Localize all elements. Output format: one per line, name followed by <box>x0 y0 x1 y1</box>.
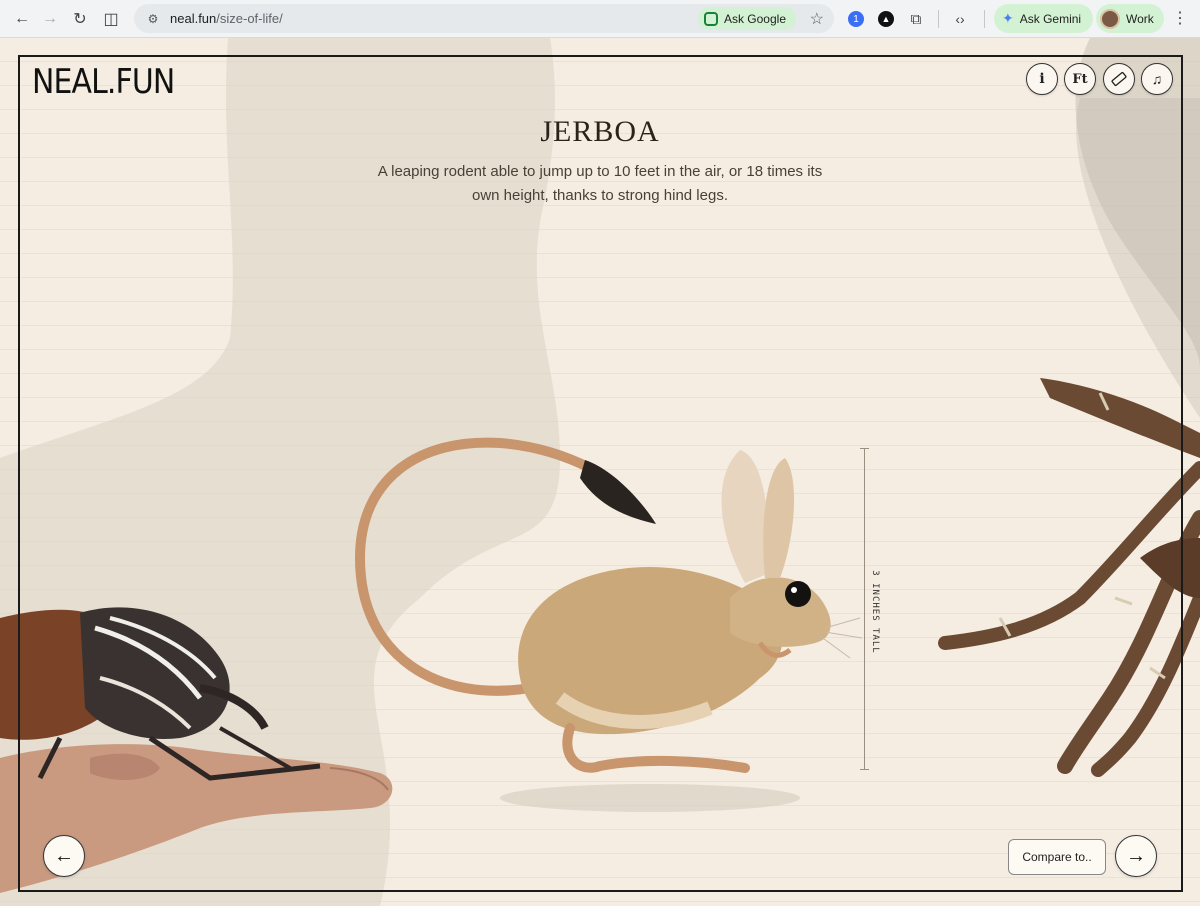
music-icon: ♫ <box>1151 71 1163 87</box>
url-text[interactable]: neal.fun/size-of-life/ <box>170 11 283 26</box>
next-animal-button[interactable]: → <box>1115 835 1157 877</box>
code-icon[interactable]: ‹› <box>950 9 970 29</box>
browser-menu-icon[interactable]: ⋮ <box>1172 8 1188 28</box>
browser-toolbar: ← → ↻ ◫ ⚙ neal.fun/size-of-life/ Ask Goo… <box>0 0 1200 38</box>
gemini-sparkle-icon: ✦ <box>1002 10 1014 26</box>
site-logo[interactable]: NEAL.FUN <box>32 62 175 102</box>
units-toggle-button[interactable]: Ft <box>1064 63 1096 95</box>
ruler-icon <box>1111 71 1127 87</box>
extensions-puzzle-icon[interactable]: ⧉ <box>906 9 926 29</box>
ask-gemini-label: Ask Gemini <box>1019 11 1082 26</box>
arrow-left-icon: ← <box>54 844 74 867</box>
height-measure-line <box>860 448 869 770</box>
google-lens-icon <box>703 11 718 26</box>
height-label: 3 INCHES TALL <box>870 570 880 654</box>
password-manager-extension-icon[interactable]: 1 <box>846 9 866 29</box>
profile-button[interactable]: Work <box>1096 4 1164 33</box>
ask-google-button[interactable]: Ask Google <box>697 7 796 30</box>
address-bar[interactable]: ⚙ neal.fun/size-of-life/ Ask Google ☆ <box>134 4 834 33</box>
ruler-button[interactable] <box>1103 63 1135 95</box>
arrow-right-icon: → <box>1126 844 1146 867</box>
toolbar-divider <box>938 10 939 28</box>
bookmark-star-icon[interactable]: ☆ <box>810 9 824 29</box>
info-icon: i <box>1039 71 1045 87</box>
site-settings-icon[interactable]: ⚙ <box>144 10 162 28</box>
animal-name: JERBOA <box>540 115 660 148</box>
info-button[interactable]: i <box>1026 63 1058 95</box>
compare-button[interactable]: Compare to.. <box>1008 839 1106 875</box>
avatar <box>1100 8 1120 29</box>
ask-google-label: Ask Google <box>723 11 786 26</box>
profile-label: Work <box>1126 11 1154 26</box>
tarantula-illustration <box>938 378 1200 777</box>
toolbar-divider <box>984 10 985 28</box>
url-host: neal.fun <box>170 11 217 26</box>
units-label: Ft <box>1072 71 1088 87</box>
back-icon[interactable]: ← <box>8 5 36 33</box>
animal-description: A leaping rodent able to jump up to 10 f… <box>377 163 823 204</box>
url-path: /size-of-life/ <box>216 11 283 26</box>
size-of-life-page: NEAL.FUN i Ft ♫ JERBOA A leaping rodent … <box>0 38 1200 906</box>
triangle-extension-icon[interactable]: ▲ <box>876 9 896 29</box>
reload-icon[interactable]: ↻ <box>66 5 94 33</box>
forward-icon[interactable]: → <box>36 5 64 33</box>
previous-animal-button[interactable]: ← <box>43 835 85 877</box>
ask-gemini-button[interactable]: ✦ Ask Gemini <box>994 4 1094 33</box>
split-view-icon[interactable]: ◫ <box>97 5 125 33</box>
music-button[interactable]: ♫ <box>1141 63 1173 95</box>
